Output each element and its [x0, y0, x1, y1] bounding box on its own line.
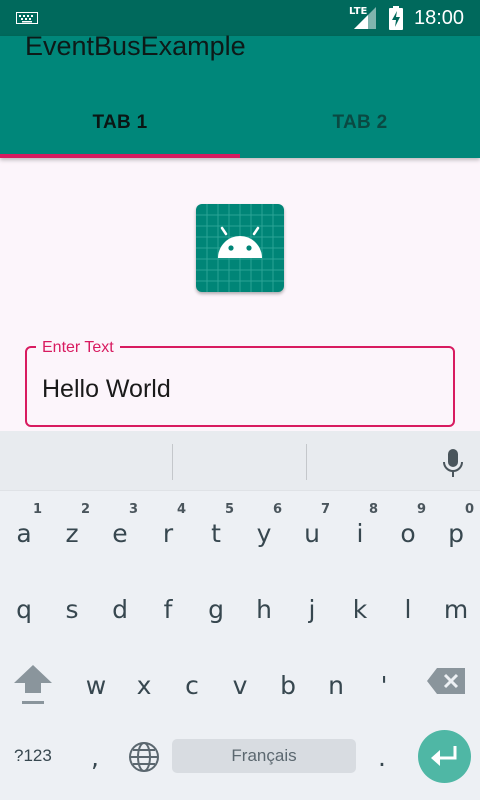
key-label: p [448, 519, 464, 548]
key-label: s [65, 595, 79, 624]
key-hint: 8 [368, 502, 378, 517]
screen: LTE 18:00 EventBusExample TAB 1 TAB 2 En… [0, 0, 480, 800]
battery-charging-icon [389, 6, 403, 30]
key-q[interactable]: q [0, 578, 48, 638]
key-label: i [356, 519, 364, 548]
key-s[interactable]: s [48, 578, 96, 638]
key-label: z [65, 519, 79, 548]
key-t[interactable]: t5 [192, 502, 240, 562]
key-hint: 6 [272, 502, 282, 517]
key-v[interactable]: v [216, 654, 264, 714]
key-x[interactable]: x [120, 654, 168, 714]
suggestion-strip [0, 431, 480, 491]
app-bar: EventBusExample TAB 1 TAB 2 [0, 31, 480, 158]
clock: 18:00 [414, 7, 465, 29]
suggestion-divider [306, 444, 307, 480]
key-hint: 2 [80, 502, 90, 517]
text-field-value[interactable]: Hello World [42, 373, 171, 405]
text-field-label: Enter Text [36, 338, 120, 358]
key-label: g [208, 595, 224, 624]
key-label: k [352, 595, 368, 624]
key-label: n [328, 671, 344, 700]
key-label: f [163, 595, 173, 624]
microphone-icon[interactable] [441, 448, 465, 478]
key-g[interactable]: g [192, 578, 240, 638]
key-k[interactable]: k [336, 578, 384, 638]
key-hint: 5 [224, 502, 234, 517]
tab-indicator [0, 154, 240, 158]
key-label: m [443, 595, 469, 624]
key-label: r [162, 519, 174, 548]
key-u[interactable]: u7 [288, 502, 336, 562]
key-r[interactable]: r4 [144, 502, 192, 562]
key-apostrophe[interactable]: ' [360, 654, 408, 714]
key-n[interactable]: n [312, 654, 360, 714]
key-label: l [404, 595, 412, 624]
key-label: y [256, 519, 272, 548]
key-hint: 9 [416, 502, 426, 517]
key-hint: 3 [128, 502, 138, 517]
key-f[interactable]: f [144, 578, 192, 638]
period-key[interactable]: . [378, 743, 386, 772]
key-label: b [280, 671, 296, 700]
key-label: h [256, 595, 272, 624]
key-m[interactable]: m [432, 578, 480, 638]
tab-1[interactable]: TAB 1 [0, 94, 240, 158]
key-hint: 1 [32, 502, 42, 517]
key-d[interactable]: d [96, 578, 144, 638]
key-w[interactable]: w [72, 654, 120, 714]
key-hint: 0 [464, 502, 474, 517]
key-label: o [400, 519, 416, 548]
globe-icon[interactable] [128, 741, 160, 773]
key-label: u [304, 519, 320, 548]
key-j[interactable]: j [288, 578, 336, 638]
key-e[interactable]: e3 [96, 502, 144, 562]
key-i[interactable]: i8 [336, 502, 384, 562]
space-key[interactable]: Français [172, 739, 356, 773]
key-label: ' [380, 671, 388, 700]
key-a[interactable]: a1 [0, 502, 48, 562]
key-hint: 4 [176, 502, 186, 517]
app-title: EventBusExample [25, 31, 246, 61]
key-label: v [232, 671, 248, 700]
key-label: x [136, 671, 152, 700]
key-label: w [85, 671, 107, 700]
enter-key[interactable] [418, 730, 471, 783]
key-label: d [112, 595, 128, 624]
key-label: j [308, 595, 316, 624]
android-icon [196, 204, 284, 292]
key-label: t [211, 519, 221, 548]
key-label: e [112, 519, 128, 548]
key-hint: 7 [320, 502, 330, 517]
key-l[interactable]: l [384, 578, 432, 638]
shift-icon[interactable] [14, 665, 52, 705]
backspace-icon[interactable] [427, 668, 465, 694]
soft-keyboard: a 1 z 2 e 3 r 4 t 5 y 6 u 7 i 8 o 9 p 0 q s d f g h j k l m w x c v b n ' ?1… [0, 431, 480, 800]
key-label: q [16, 595, 32, 624]
key-z[interactable]: z2 [48, 502, 96, 562]
comma-key[interactable]: , [91, 743, 99, 772]
key-label: a [16, 519, 32, 548]
key-h[interactable]: h [240, 578, 288, 638]
key-o[interactable]: o9 [384, 502, 432, 562]
key-b[interactable]: b [264, 654, 312, 714]
key-label: c [185, 671, 199, 700]
keyboard-icon [16, 12, 38, 24]
suggestion-divider [172, 444, 173, 480]
tab-2[interactable]: TAB 2 [240, 94, 480, 158]
key-c[interactable]: c [168, 654, 216, 714]
key-p[interactable]: p0 [432, 502, 480, 562]
signal-icon [354, 7, 376, 29]
enter-arrow-icon [431, 746, 457, 766]
symbols-key[interactable]: ?123 [14, 746, 52, 766]
key-y[interactable]: y6 [240, 502, 288, 562]
